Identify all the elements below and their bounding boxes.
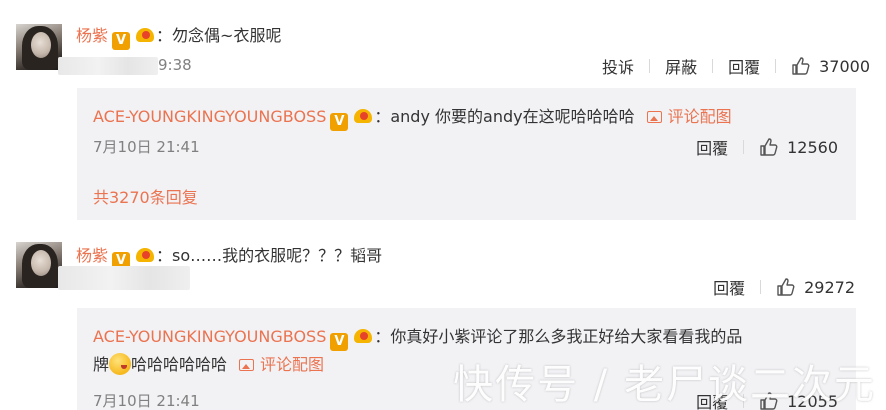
- comment-text: 勿念偶~衣服呢: [172, 26, 282, 45]
- avatar[interactable]: [16, 242, 62, 288]
- comment-actions: 投诉 屏蔽 回覆 37000: [587, 54, 870, 78]
- reply-text: andy 你要的andy在这呢哈哈哈哈: [390, 107, 635, 126]
- reply-text: 你真好小紫评论了那么多我正好给大家看看我的品: [390, 327, 743, 346]
- reply-time: 7月10日 21:41: [93, 392, 200, 410]
- more-replies-link[interactable]: 共3270条回复: [93, 184, 198, 208]
- reply-button[interactable]: 回覆: [713, 54, 775, 78]
- username-link[interactable]: 杨紫: [76, 26, 108, 45]
- vip-heart-icon: [134, 25, 156, 45]
- reply-username-link[interactable]: ACE-YOUNGKINGYOUNGBOSS: [93, 107, 326, 126]
- comment-picture-link[interactable]: 评论配图: [646, 107, 732, 126]
- avatar[interactable]: [16, 24, 62, 70]
- reply-container: ACE-YOUNGKINGYOUNGBOSS V ：andy 你要的andy在这呢哈…: [77, 88, 856, 220]
- verified-badge-icon: V: [112, 32, 131, 50]
- comment-picture-link[interactable]: 评论配图: [239, 355, 324, 374]
- reply-button[interactable]: 回覆: [698, 275, 760, 299]
- verified-badge-icon: V: [330, 333, 349, 351]
- comment-text: so……我的衣服呢？？？韬哥: [172, 246, 383, 265]
- reply-actions: 回覆 12560: [681, 135, 838, 159]
- reply-like-button[interactable]: 12560: [744, 137, 838, 157]
- blurred-timestamp: [58, 266, 190, 290]
- report-button[interactable]: 投诉: [587, 54, 649, 78]
- like-button[interactable]: 37000: [776, 56, 870, 76]
- blurred-timestamp: [58, 57, 158, 75]
- picture-icon: [239, 359, 255, 371]
- vip-heart-icon: [134, 245, 156, 265]
- reply-username-link[interactable]: ACE-YOUNGKINGYOUNGBOSS: [93, 327, 326, 346]
- reply-like-count: 12560: [787, 137, 838, 157]
- comment-header: 杨紫 V ：勿念偶~衣服呢: [76, 25, 282, 50]
- thumbs-up-icon: [792, 57, 810, 75]
- like-count: 37000: [819, 56, 870, 76]
- thumbs-up-icon: [777, 278, 795, 296]
- block-button[interactable]: 屏蔽: [650, 54, 712, 78]
- vip-heart-icon: [352, 326, 374, 346]
- verified-badge-icon: V: [330, 113, 349, 131]
- picture-icon: [646, 111, 662, 123]
- reply-reply-button[interactable]: 回覆: [681, 135, 743, 159]
- reply-header: ACE-YOUNGKINGYOUNGBOSS V ：andy 你要的andy在这呢哈…: [93, 106, 732, 131]
- comment-time: 9:38: [158, 56, 192, 74]
- shy-emoji-icon: [109, 353, 132, 375]
- like-count: 29272: [804, 277, 855, 297]
- comment-actions: 回覆 29272: [698, 275, 855, 299]
- vip-heart-icon: [352, 106, 374, 126]
- username-link[interactable]: 杨紫: [76, 246, 108, 265]
- like-button[interactable]: 29272: [761, 277, 855, 297]
- watermark: 快传号 / 老尸谈二次元: [453, 362, 876, 408]
- thumbs-up-icon: [760, 138, 778, 156]
- reply-time: 7月10日 21:41: [93, 138, 200, 156]
